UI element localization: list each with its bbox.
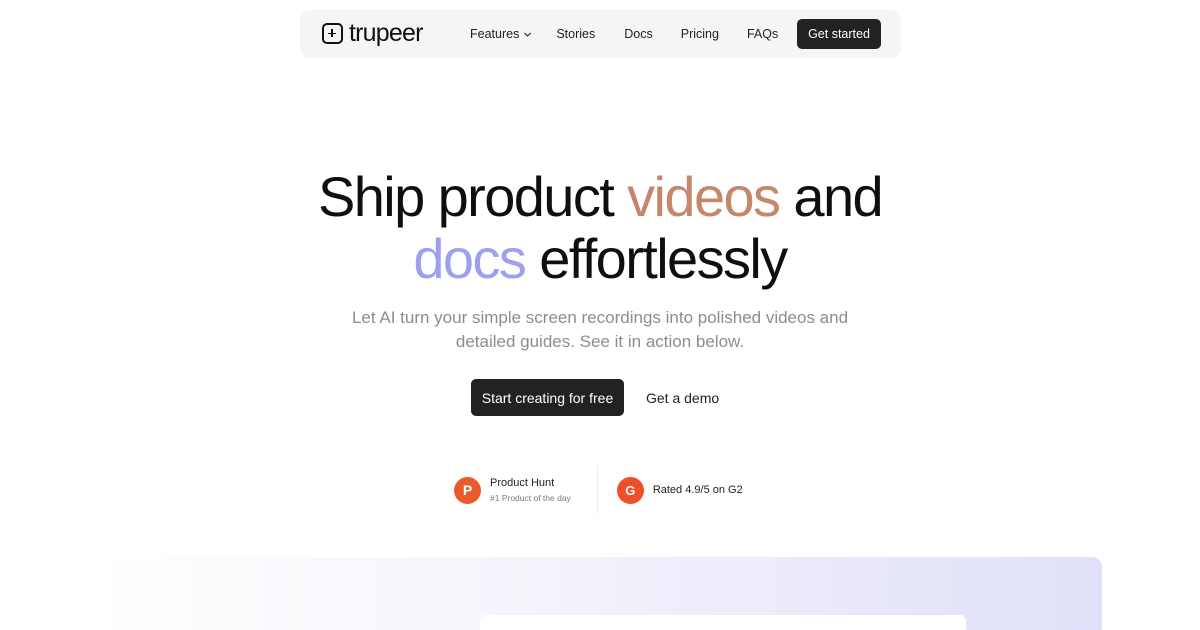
start-creating-button[interactable]: Start creating for free — [471, 379, 624, 416]
get-demo-link[interactable]: Get a demo — [646, 390, 719, 406]
product-hunt-subtitle: #1 Product of the day — [490, 492, 571, 503]
title-text: Ship product — [317, 165, 628, 228]
logo[interactable]: trupeer — [322, 21, 423, 46]
badge-divider — [596, 466, 598, 514]
title-accent-docs: docs — [413, 227, 526, 290]
title-accent-videos: videos — [627, 165, 781, 228]
title-text: effortlessly — [525, 227, 788, 290]
product-hunt-icon: P — [454, 476, 481, 504]
chevron-down-icon — [524, 31, 532, 37]
nav-link-docs[interactable]: Docs — [624, 27, 652, 41]
product-hunt-title: Product Hunt — [490, 476, 555, 489]
nav-link-features[interactable]: Features — [470, 27, 532, 41]
nav-links: Features Stories Docs Pricing FAQs — [470, 10, 778, 58]
nav-link-label: Pricing — [680, 27, 719, 41]
nav-link-label: FAQs — [746, 27, 779, 41]
subtitle-line: Let AI turn your simple screen recording… — [351, 308, 849, 327]
product-hunt-badge[interactable]: P Product Hunt #1 Product of the day — [454, 476, 571, 504]
product-preview-panel — [100, 557, 1102, 630]
hero-title: Ship product videos and docs effortlessl… — [0, 166, 1200, 290]
get-started-button[interactable]: Get started — [797, 19, 881, 49]
nav-link-label: Stories — [556, 27, 596, 41]
nav-link-stories[interactable]: Stories — [556, 27, 595, 41]
g2-rating-text: Rated 4.9/5 on G2 — [652, 484, 743, 496]
g2-icon: G — [616, 476, 644, 504]
social-proof-badges: P Product Hunt #1 Product of the day G R… — [454, 466, 743, 514]
subtitle-line: detailed guides. See it in action below. — [455, 332, 745, 351]
square-plus-icon — [322, 23, 343, 44]
top-nav: trupeer Features Stories Docs Pricing FA… — [300, 10, 901, 58]
landing-page: trupeer Features Stories Docs Pricing FA… — [0, 0, 1200, 630]
nav-link-pricing[interactable]: Pricing — [681, 27, 719, 41]
g2-badge[interactable]: G Rated 4.9/5 on G2 — [616, 476, 743, 504]
preview-window — [480, 615, 966, 630]
hero-subtitle: Let AI turn your simple screen recording… — [0, 306, 1200, 354]
nav-link-faqs[interactable]: FAQs — [747, 27, 778, 41]
logo-text: trupeer — [349, 19, 423, 47]
hero-cta-row: Start creating for free Get a demo — [471, 379, 719, 416]
nav-link-label: Features — [470, 27, 520, 41]
title-text: and — [779, 165, 883, 228]
product-hunt-text: Product Hunt #1 Product of the day — [490, 477, 571, 504]
nav-link-label: Docs — [624, 27, 653, 41]
